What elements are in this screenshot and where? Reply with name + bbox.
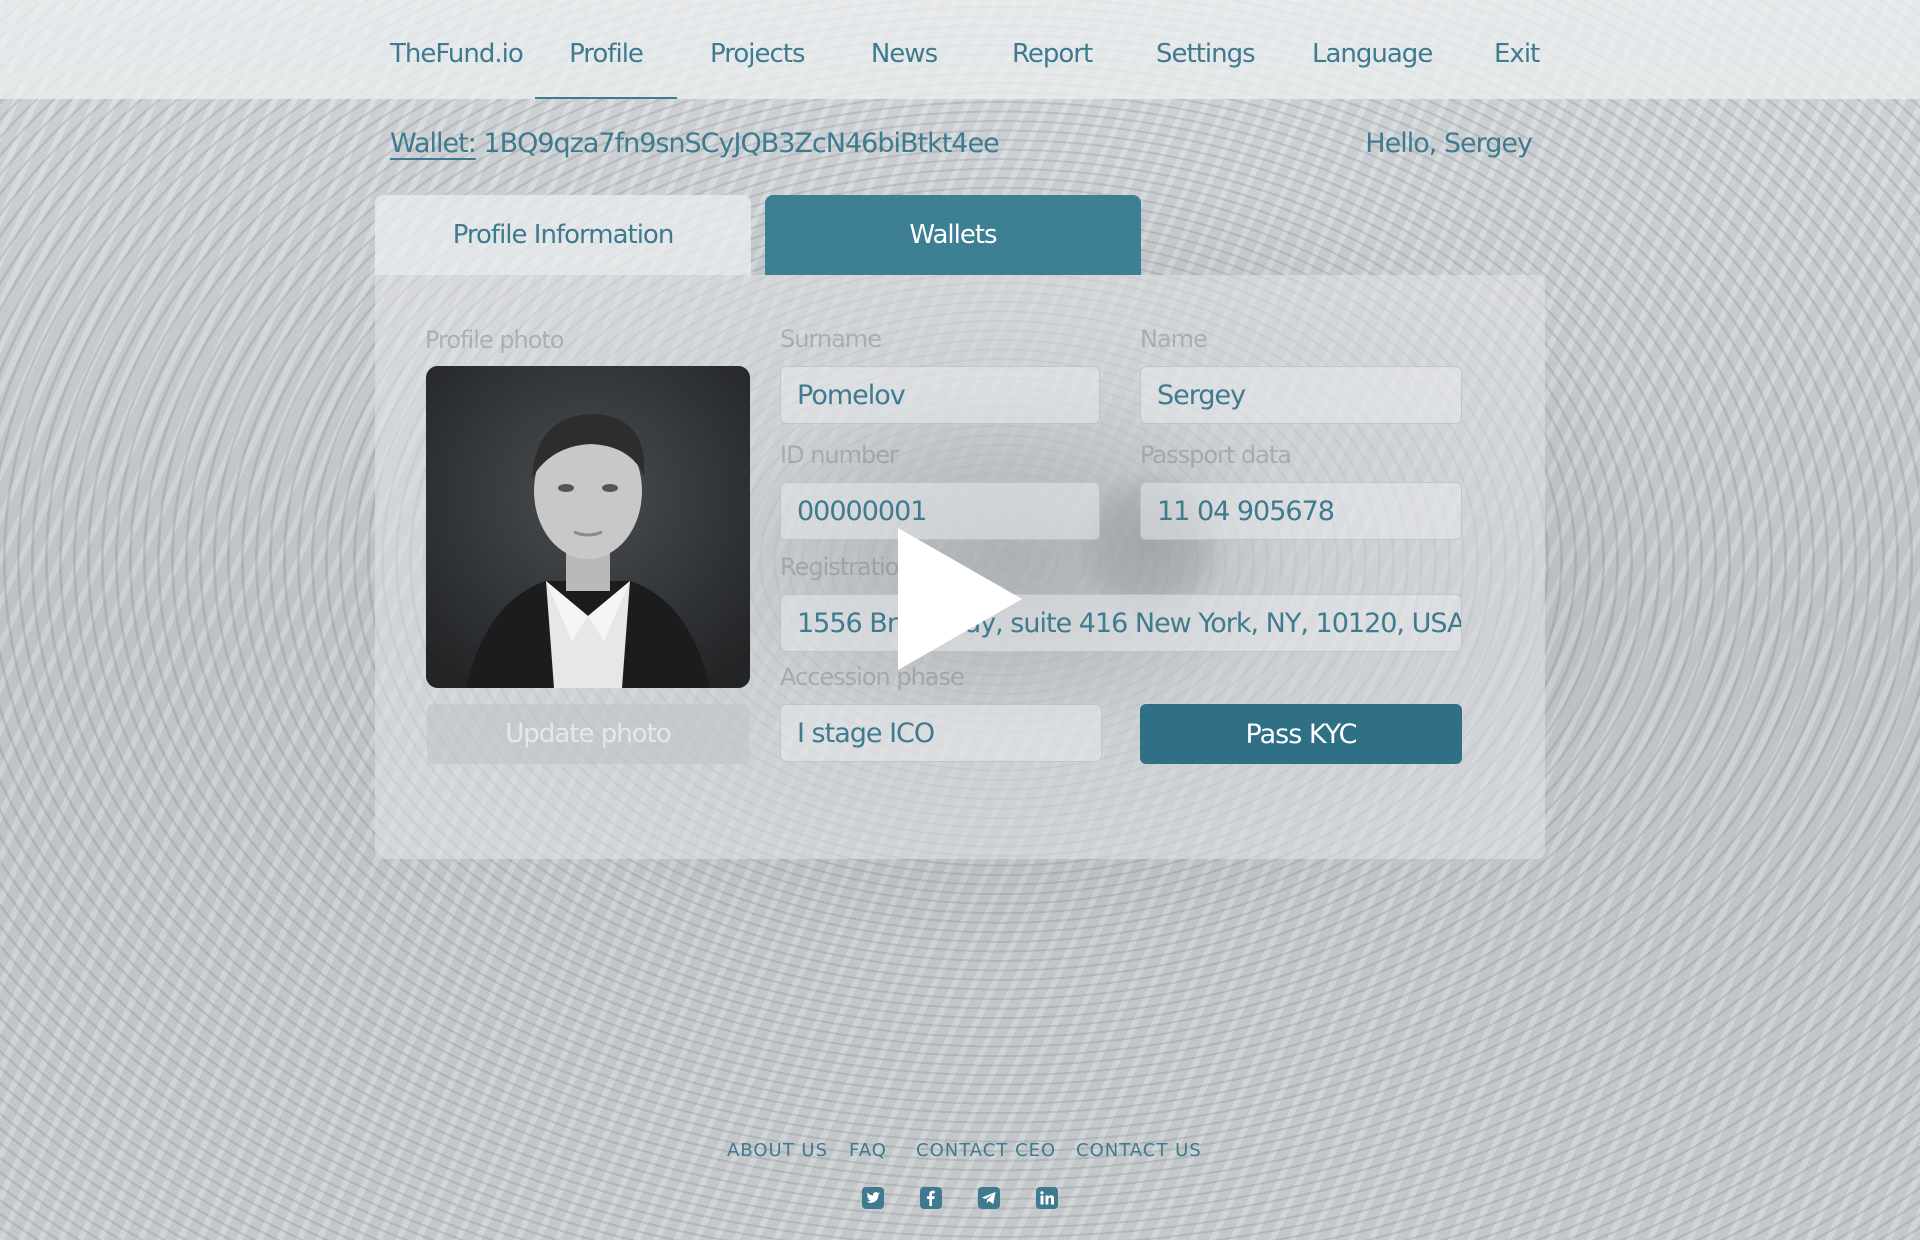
nav-item-settings[interactable]: Settings bbox=[1156, 0, 1256, 99]
nav-item-report[interactable]: Report bbox=[1012, 0, 1093, 99]
nav-item-exit[interactable]: Exit bbox=[1494, 0, 1540, 99]
registration-label: Registration bbox=[780, 553, 914, 581]
footer-links: ABOUT US FAQ CONTACT CEO CONTACT US bbox=[0, 1140, 1920, 1164]
main-nav: TheFund.io Profile Projects News Report … bbox=[0, 0, 1920, 99]
footer-link-faq[interactable]: FAQ bbox=[849, 1140, 887, 1161]
wallet-info: Wallet: 1BQ9qza7fn9snSCyJQB3ZcN46biBtkt4… bbox=[390, 128, 1000, 159]
play-video-icon[interactable] bbox=[898, 528, 1022, 670]
accession-phase-field[interactable]: I stage ICO bbox=[780, 704, 1102, 762]
id-number-label: ID number bbox=[780, 441, 899, 469]
tab-profile-information[interactable]: Profile Information bbox=[375, 195, 751, 275]
passport-data-label: Passport data bbox=[1140, 441, 1292, 469]
update-photo-button[interactable]: Update photo bbox=[427, 704, 749, 764]
tab-wallets[interactable]: Wallets bbox=[765, 195, 1141, 275]
passport-data-field[interactable]: 11 04 905678 bbox=[1140, 482, 1462, 540]
name-label: Name bbox=[1140, 325, 1208, 353]
profile-photo bbox=[426, 366, 750, 688]
nav-item-news[interactable]: News bbox=[868, 0, 940, 99]
linkedin-icon[interactable] bbox=[1036, 1187, 1058, 1209]
facebook-icon[interactable] bbox=[920, 1187, 942, 1209]
nav-item-language[interactable]: Language bbox=[1312, 0, 1433, 99]
registration-field[interactable]: 1556 Broadway, suite 416 New York, NY, 1… bbox=[780, 594, 1462, 652]
person-portrait-icon bbox=[426, 366, 750, 688]
telegram-icon[interactable] bbox=[978, 1187, 1000, 1209]
wallet-label-link[interactable]: Wallet: bbox=[390, 128, 477, 159]
footer-link-contact-ceo[interactable]: CONTACT CEO bbox=[916, 1140, 1056, 1161]
nav-brand-link[interactable]: TheFund.io bbox=[390, 0, 524, 99]
profile-photo-label: Profile photo bbox=[425, 326, 564, 354]
surname-field[interactable]: Pomelov bbox=[780, 366, 1100, 424]
footer-link-contact-us[interactable]: CONTACT US bbox=[1076, 1140, 1202, 1161]
name-field[interactable]: Sergey bbox=[1140, 366, 1462, 424]
wallet-address: 1BQ9qza7fn9snSCyJQB3ZcN46biBtkt4ee bbox=[483, 128, 999, 159]
pass-kyc-button[interactable]: Pass KYC bbox=[1140, 704, 1462, 764]
user-greeting: Hello, Sergey bbox=[1365, 128, 1533, 159]
twitter-icon[interactable] bbox=[862, 1187, 884, 1209]
nav-item-profile[interactable]: Profile bbox=[535, 0, 677, 99]
nav-item-projects[interactable]: Projects bbox=[710, 0, 806, 99]
footer-link-about-us[interactable]: ABOUT US bbox=[727, 1140, 828, 1161]
surname-label: Surname bbox=[780, 325, 882, 353]
